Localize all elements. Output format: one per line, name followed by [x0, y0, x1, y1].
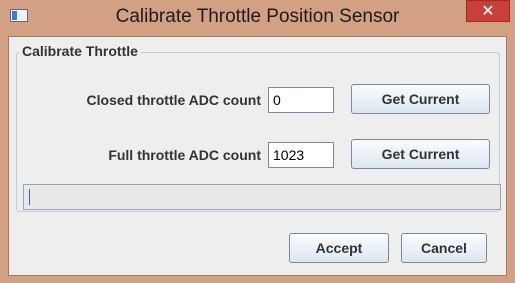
cancel-button[interactable]: Cancel [401, 233, 487, 263]
title-bar[interactable]: Calibrate Throttle Position Sensor ✕ [0, 0, 515, 36]
group-label: Calibrate Throttle [19, 43, 141, 59]
close-button[interactable]: ✕ [466, 0, 510, 22]
text-caret [29, 189, 30, 205]
status-field[interactable] [23, 184, 501, 210]
dialog-content: Calibrate Throttle Closed throttle ADC c… [8, 36, 507, 276]
accept-button[interactable]: Accept [289, 233, 389, 263]
closed-throttle-label: Closed throttle ADC count [86, 92, 261, 108]
dialog-window: Calibrate Throttle Position Sensor ✕ Cal… [0, 0, 515, 283]
get-current-full-button[interactable]: Get Current [351, 139, 490, 169]
window-title: Calibrate Throttle Position Sensor [115, 6, 400, 27]
closed-throttle-input[interactable] [268, 87, 334, 113]
full-throttle-label: Full throttle ADC count [108, 147, 261, 163]
get-current-closed-button[interactable]: Get Current [351, 84, 490, 114]
full-throttle-input[interactable] [268, 142, 334, 168]
